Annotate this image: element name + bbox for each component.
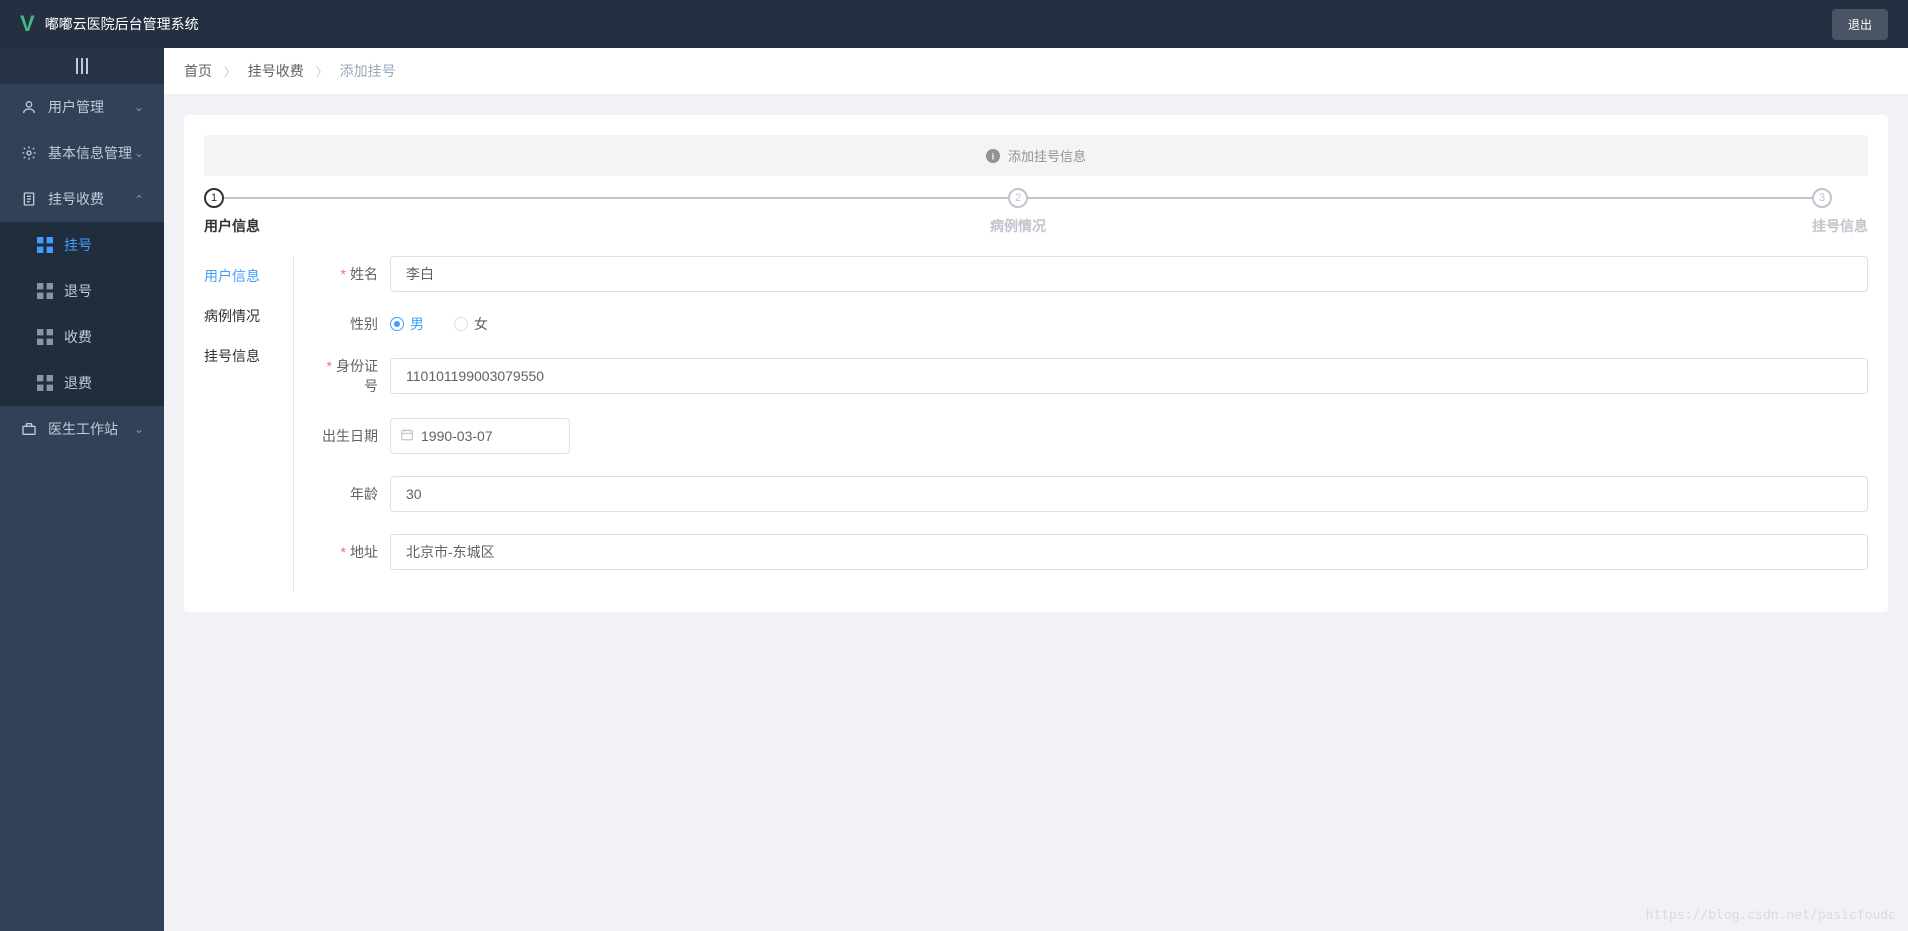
label-address: 地址 [314, 542, 390, 562]
radio-circle-icon [390, 317, 404, 331]
doc-icon [20, 191, 38, 207]
label-name: 姓名 [314, 264, 390, 284]
label-gender: 性别 [314, 314, 390, 334]
chevron-down-icon: ⌄ [134, 422, 144, 436]
steps: 1 用户信息 2 病例情况 3 挂号信息 [204, 188, 1868, 236]
form-row-address: 地址 [314, 534, 1868, 570]
info-alert: i 添加挂号信息 [204, 135, 1868, 176]
form-wrap: 用户信息 病例情况 挂号信息 姓名 性别 男 [204, 256, 1868, 592]
sidebar-subitem-label: 退费 [64, 373, 92, 393]
content-card: i 添加挂号信息 1 用户信息 2 病例情况 [184, 115, 1888, 612]
radio-label: 女 [474, 314, 488, 334]
step-number: 3 [1812, 188, 1832, 208]
calendar-icon [400, 428, 414, 445]
sidebar-item-basic-info[interactable]: 基本信息管理 ⌄ [0, 130, 164, 176]
info-icon: i [986, 149, 1000, 163]
age-input[interactable] [390, 476, 1868, 512]
grid-icon [36, 283, 54, 299]
sidebar-subitem-charge[interactable]: 收费 [0, 314, 164, 360]
step-number: 2 [1008, 188, 1028, 208]
id-number-input[interactable] [390, 358, 1868, 394]
sidebar-item-label: 基本信息管理 [48, 143, 132, 163]
form-tab-user-info[interactable]: 用户信息 [204, 256, 293, 296]
breadcrumb-current: 添加挂号 [340, 63, 396, 79]
grid-icon [36, 375, 54, 391]
label-id-number: 身份证号 [314, 356, 390, 396]
step-3: 3 挂号信息 [1812, 188, 1868, 236]
form-tab-case[interactable]: 病例情况 [204, 296, 293, 336]
breadcrumb-item[interactable]: 首页 [184, 63, 212, 79]
form-tabs: 用户信息 病例情况 挂号信息 [204, 256, 294, 592]
label-age: 年龄 [314, 484, 390, 504]
sidebar-item-user-mgmt[interactable]: 用户管理 ⌄ [0, 84, 164, 130]
briefcase-icon [20, 421, 38, 437]
breadcrumb: 首页 〉 挂号收费 〉 添加挂号 [164, 48, 1908, 95]
radio-circle-icon [454, 317, 468, 331]
app-header: V 嘟嘟云医院后台管理系统 退出 [0, 0, 1908, 48]
sidebar-item-label: 医生工作站 [48, 419, 118, 439]
svg-text:i: i [992, 151, 995, 162]
grid-icon [36, 329, 54, 345]
sidebar-subitem-register[interactable]: 挂号 [0, 222, 164, 268]
form-row-gender: 性别 男 女 [314, 314, 1868, 334]
sidebar-item-label: 用户管理 [48, 97, 104, 117]
form-row-birth-date: 出生日期 [314, 418, 1868, 454]
radio-male[interactable]: 男 [390, 314, 424, 334]
grid-icon [36, 237, 54, 253]
main-content: 首页 〉 挂号收费 〉 添加挂号 i 添加挂号信息 1 用户信息 2 [164, 48, 1908, 612]
chevron-down-icon: ⌄ [134, 100, 144, 114]
sidebar: 用户管理 ⌄ 基本信息管理 ⌄ 挂号收费 ⌄ 挂号 退号 收费 [0, 48, 164, 931]
logout-button[interactable]: 退出 [1832, 9, 1888, 40]
sidebar-subitem-label: 退号 [64, 281, 92, 301]
logo-icon: V [20, 11, 35, 37]
sidebar-subitem-label: 收费 [64, 327, 92, 347]
birth-date-input[interactable] [390, 418, 570, 454]
sidebar-subitem-refund[interactable]: 退费 [0, 360, 164, 406]
step-2: 2 病例情况 [1008, 188, 1812, 236]
header-left: V 嘟嘟云医院后台管理系统 [20, 11, 199, 37]
form-body: 姓名 性别 男 女 [294, 256, 1868, 592]
sidebar-subitem-label: 挂号 [64, 235, 92, 255]
radio-label: 男 [410, 314, 424, 334]
form-row-name: 姓名 [314, 256, 1868, 292]
step-line [1028, 197, 1812, 199]
watermark-text: https://blog.csdn.net/pasicfoudc [1646, 908, 1896, 923]
step-title: 病例情况 [621, 216, 1415, 236]
sidebar-item-registration-fee[interactable]: 挂号收费 ⌄ [0, 176, 164, 222]
breadcrumb-sep-icon: 〉 [224, 65, 236, 79]
form-row-id-number: 身份证号 [314, 356, 1868, 396]
chevron-up-icon: ⌄ [134, 192, 144, 206]
label-birth-date: 出生日期 [314, 426, 390, 446]
sidebar-collapse-toggle[interactable] [0, 48, 164, 84]
step-line [224, 197, 1008, 199]
name-input[interactable] [390, 256, 1868, 292]
address-input[interactable] [390, 534, 1868, 570]
form-tab-register-info[interactable]: 挂号信息 [204, 336, 293, 376]
breadcrumb-item[interactable]: 挂号收费 [248, 63, 304, 79]
radio-female[interactable]: 女 [454, 314, 488, 334]
sidebar-item-label: 挂号收费 [48, 189, 104, 209]
gear-icon [20, 145, 38, 161]
form-row-age: 年龄 [314, 476, 1868, 512]
alert-text: 添加挂号信息 [1008, 146, 1086, 165]
sidebar-item-doctor-station[interactable]: 医生工作站 ⌄ [0, 406, 164, 452]
app-title: 嘟嘟云医院后台管理系统 [45, 14, 199, 34]
hamburger-icon [76, 58, 88, 74]
chevron-down-icon: ⌄ [134, 146, 144, 160]
user-icon [20, 99, 38, 115]
sidebar-subitem-cancel-register[interactable]: 退号 [0, 268, 164, 314]
step-number: 1 [204, 188, 224, 208]
step-title: 挂号信息 [1812, 216, 1868, 236]
breadcrumb-sep-icon: 〉 [316, 65, 328, 79]
